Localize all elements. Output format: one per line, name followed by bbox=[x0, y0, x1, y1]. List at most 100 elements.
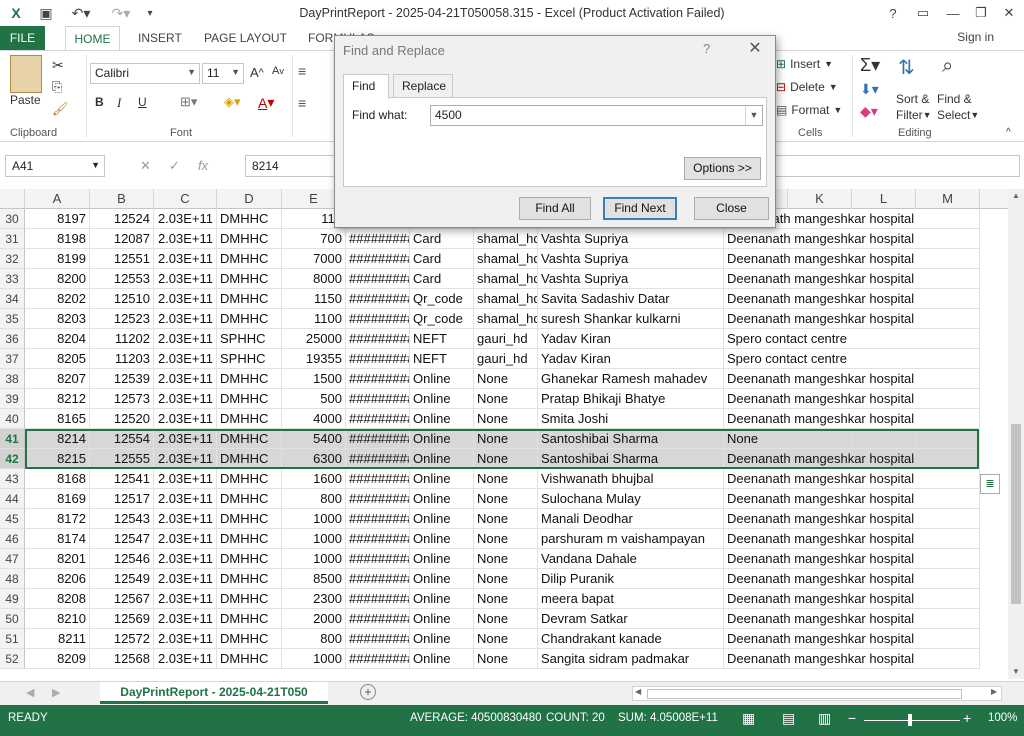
cell-a[interactable]: 8201 bbox=[25, 549, 90, 569]
cell-b[interactable]: 12555 bbox=[90, 449, 154, 469]
cell-b[interactable]: 12551 bbox=[90, 249, 154, 269]
font-color-icon[interactable]: A ▾ bbox=[258, 94, 274, 111]
cell-e[interactable]: 1000 bbox=[282, 509, 346, 529]
cell-c[interactable]: 2.03E+11 bbox=[154, 389, 217, 409]
cell-f[interactable]: ######### bbox=[346, 569, 410, 589]
row-header[interactable]: 37 bbox=[0, 349, 25, 369]
cell-g[interactable]: Online bbox=[410, 389, 474, 409]
dialog-help-icon[interactable]: ? bbox=[703, 41, 710, 56]
cell-e[interactable]: 7000 bbox=[282, 249, 346, 269]
cell-g[interactable]: Card bbox=[410, 269, 474, 289]
new-sheet-icon[interactable]: + bbox=[360, 684, 376, 700]
cell-a[interactable]: 8169 bbox=[25, 489, 90, 509]
cell-g[interactable]: Online bbox=[410, 429, 474, 449]
cell-g[interactable]: Online bbox=[410, 489, 474, 509]
cell-i[interactable]: Manali Deodhar bbox=[538, 509, 724, 529]
cell-g[interactable]: Online bbox=[410, 549, 474, 569]
cell-j[interactable]: Deenanath mangeshkar hospital bbox=[724, 409, 980, 429]
cell-a[interactable]: 8214 bbox=[25, 429, 90, 449]
scroll-left-icon[interactable]: ◀ bbox=[635, 687, 641, 696]
cell-i[interactable]: Devram Satkar bbox=[538, 609, 724, 629]
cell-a[interactable]: 8212 bbox=[25, 389, 90, 409]
row-header[interactable]: 33 bbox=[0, 269, 25, 289]
cell-empty[interactable] bbox=[916, 429, 980, 449]
cell-j[interactable]: Deenanath mangeshkar hospital bbox=[724, 469, 980, 489]
cell-e[interactable]: 500 bbox=[282, 389, 346, 409]
column-header-m[interactable]: M bbox=[916, 189, 980, 209]
cell-b[interactable]: 12510 bbox=[90, 289, 154, 309]
row-header[interactable]: 32 bbox=[0, 249, 25, 269]
cell-h[interactable]: shamal_hd bbox=[474, 289, 538, 309]
cell-d[interactable]: DMHHC bbox=[217, 649, 282, 669]
row-header[interactable]: 50 bbox=[0, 609, 25, 629]
cell-g[interactable]: NEFT bbox=[410, 329, 474, 349]
cell-e[interactable]: 4000 bbox=[282, 409, 346, 429]
cell-f[interactable]: ######### bbox=[346, 389, 410, 409]
cell-h[interactable]: None bbox=[474, 369, 538, 389]
zoom-in-icon[interactable]: + bbox=[963, 710, 971, 726]
cell-c[interactable]: 2.03E+11 bbox=[154, 249, 217, 269]
cell-i[interactable]: Pratap Bhikaji Bhatye bbox=[538, 389, 724, 409]
cell-g[interactable]: Online bbox=[410, 569, 474, 589]
row-header[interactable]: 48 bbox=[0, 569, 25, 589]
row-header[interactable]: 47 bbox=[0, 549, 25, 569]
find-select-button-line2[interactable]: Select ▼ bbox=[937, 108, 979, 122]
help-icon[interactable]: ? bbox=[878, 2, 908, 24]
cell-b[interactable]: 12549 bbox=[90, 569, 154, 589]
tab-find[interactable]: Find bbox=[343, 74, 389, 99]
row-header[interactable]: 45 bbox=[0, 509, 25, 529]
cell-d[interactable]: DMHHC bbox=[217, 549, 282, 569]
cell-d[interactable]: DMHHC bbox=[217, 449, 282, 469]
row-header[interactable]: 42 bbox=[0, 449, 25, 469]
cell-a[interactable]: 8174 bbox=[25, 529, 90, 549]
cell-g[interactable]: Qr_code bbox=[410, 289, 474, 309]
cell-i[interactable]: Yadav Kiran bbox=[538, 349, 724, 369]
cell-a[interactable]: 8172 bbox=[25, 509, 90, 529]
tab-home[interactable]: HOME bbox=[65, 26, 120, 50]
cell-e[interactable]: 1500 bbox=[282, 369, 346, 389]
row-header[interactable]: 40 bbox=[0, 409, 25, 429]
cell-d[interactable]: DMHHC bbox=[217, 589, 282, 609]
cell-a[interactable]: 8199 bbox=[25, 249, 90, 269]
cell-e[interactable]: 5400 bbox=[282, 429, 346, 449]
cell-d[interactable]: DMHHC bbox=[217, 429, 282, 449]
sheet-tab-active[interactable]: DayPrintReport - 2025-04-21T050 bbox=[100, 682, 328, 704]
cell-d[interactable]: DMHHC bbox=[217, 609, 282, 629]
row-header[interactable]: 30 bbox=[0, 209, 25, 229]
cell-b[interactable]: 12567 bbox=[90, 589, 154, 609]
cell-d[interactable]: SPHHC bbox=[217, 349, 282, 369]
cell-a[interactable]: 8198 bbox=[25, 229, 90, 249]
align-top-icon[interactable]: ≡ bbox=[298, 63, 306, 79]
column-header-b[interactable]: B bbox=[90, 189, 154, 209]
scroll-right-icon[interactable]: ▶ bbox=[991, 687, 997, 696]
minimize-button[interactable]: — bbox=[938, 2, 968, 24]
cell-h[interactable]: None bbox=[474, 409, 538, 429]
cell-d[interactable]: DMHHC bbox=[217, 409, 282, 429]
cell-j[interactable]: Deenanath mangeshkar hospital bbox=[724, 629, 980, 649]
cell-a[interactable]: 8165 bbox=[25, 409, 90, 429]
cell-a[interactable]: 8203 bbox=[25, 309, 90, 329]
cell-a[interactable]: 8209 bbox=[25, 649, 90, 669]
ribbon-display-icon[interactable]: ▭ bbox=[908, 2, 938, 24]
cell-b[interactable]: 12568 bbox=[90, 649, 154, 669]
sign-in-link[interactable]: Sign in bbox=[957, 30, 994, 44]
cell-d[interactable]: DMHHC bbox=[217, 389, 282, 409]
row-header[interactable]: 35 bbox=[0, 309, 25, 329]
cell-a[interactable]: 8200 bbox=[25, 269, 90, 289]
next-sheet-icon[interactable]: ▶ bbox=[52, 686, 60, 699]
row-header[interactable]: 51 bbox=[0, 629, 25, 649]
cell-h[interactable]: None bbox=[474, 469, 538, 489]
cell-e[interactable]: 800 bbox=[282, 489, 346, 509]
cell-j[interactable]: Deenanath mangeshkar hospital bbox=[724, 269, 980, 289]
cell-g[interactable]: Online bbox=[410, 609, 474, 629]
cell-h[interactable]: None bbox=[474, 549, 538, 569]
cell-d[interactable]: DMHHC bbox=[217, 469, 282, 489]
cell-a[interactable]: 8197 bbox=[25, 209, 90, 229]
cell-a[interactable]: 8207 bbox=[25, 369, 90, 389]
cell-g[interactable]: NEFT bbox=[410, 349, 474, 369]
borders-icon[interactable]: ⊞▾ bbox=[180, 94, 197, 110]
cell-j[interactable]: Deenanath mangeshkar hospital bbox=[724, 489, 980, 509]
cell-e[interactable]: 8000 bbox=[282, 269, 346, 289]
cell-g[interactable]: Online bbox=[410, 369, 474, 389]
cell-d[interactable]: DMHHC bbox=[217, 269, 282, 289]
